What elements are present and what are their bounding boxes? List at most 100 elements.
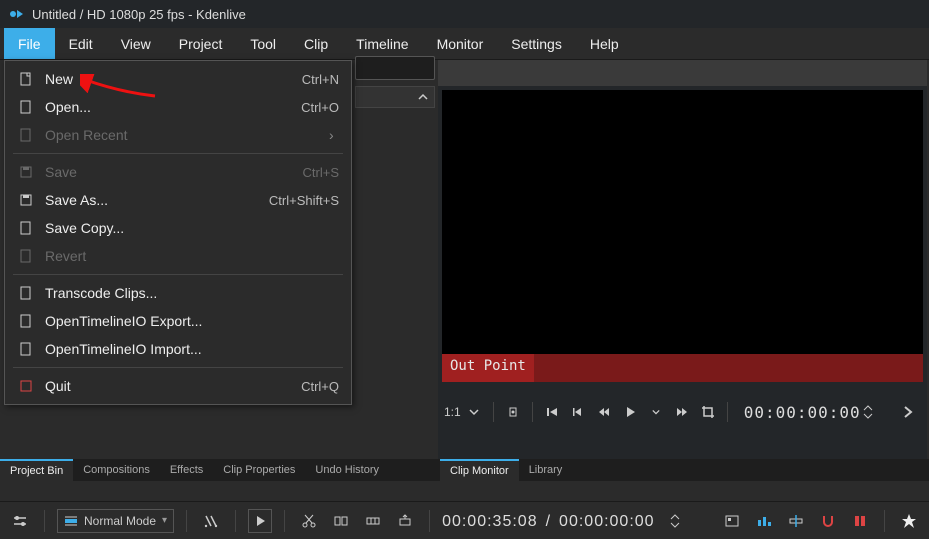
menu-item-save[interactable]: Save Ctrl+S <box>5 158 351 186</box>
tab-library[interactable]: Library <box>519 459 573 481</box>
menu-item-label: Save Copy... <box>45 220 339 236</box>
show-markers-button[interactable] <box>784 509 808 533</box>
menu-view[interactable]: View <box>107 28 165 59</box>
menu-item-shortcut: Ctrl+Shift+S <box>269 193 339 208</box>
menu-separator <box>13 274 343 275</box>
menu-settings[interactable]: Settings <box>497 28 576 59</box>
tab-effects[interactable]: Effects <box>160 459 213 481</box>
timeline-timecode: 00:00:35:08/00:00:00:00 <box>442 511 655 531</box>
timeline-duration: 00:00:00:00 <box>559 513 655 530</box>
cut-button[interactable] <box>297 509 321 533</box>
timecode-stepper[interactable] <box>861 399 875 425</box>
menu-item-otio-import[interactable]: OpenTimelineIO Import... <box>5 335 351 363</box>
chevron-down-icon <box>652 408 660 416</box>
menu-help[interactable]: Help <box>576 28 633 59</box>
prev-frame-button[interactable] <box>565 399 591 425</box>
menu-separator <box>13 367 343 368</box>
menu-item-transcode[interactable]: Transcode Clips... <box>5 279 351 307</box>
titlebar: Untitled / HD 1080p 25 fps - Kdenlive <box>0 0 929 28</box>
menu-item-label: Save As... <box>45 192 269 208</box>
edit-mode-label: Normal Mode <box>84 514 156 528</box>
menu-item-label: Revert <box>45 248 339 264</box>
menu-item-open[interactable]: Open... Ctrl+O <box>5 93 351 121</box>
project-bin-collapse[interactable] <box>355 86 435 108</box>
menu-item-otio-export[interactable]: OpenTimelineIO Export... <box>5 307 351 335</box>
overwrite-zone-button[interactable] <box>361 509 385 533</box>
save-copy-icon <box>17 219 35 237</box>
menu-tool[interactable]: Tool <box>236 28 290 59</box>
left-tabs: Project Bin Compositions Effects Clip Pr… <box>0 459 389 481</box>
chevron-right-icon: › <box>329 127 339 143</box>
menu-item-label: New <box>45 71 302 87</box>
menu-edit[interactable]: Edit <box>55 28 107 59</box>
show-audio-thumbnails-button[interactable] <box>752 509 776 533</box>
menu-separator <box>13 153 343 154</box>
play-button[interactable] <box>617 399 643 425</box>
menu-item-shortcut: Ctrl+O <box>301 100 339 115</box>
favorite-effects-button[interactable] <box>897 509 921 533</box>
tab-compositions[interactable]: Compositions <box>73 459 160 481</box>
rewind-button[interactable] <box>591 399 617 425</box>
app-icon <box>8 6 24 22</box>
timeline-position[interactable]: 00:00:35:08 <box>442 513 538 530</box>
snap-button[interactable] <box>816 509 840 533</box>
quit-icon <box>17 377 35 395</box>
zoom-fit-button[interactable] <box>848 509 872 533</box>
menu-item-save-as[interactable]: Save As... Ctrl+Shift+S <box>5 186 351 214</box>
monitor-controls: 1:1 00:00:00:00 <box>438 392 927 432</box>
menu-item-label: Quit <box>45 378 301 394</box>
document-new-icon <box>17 70 35 88</box>
menu-item-open-recent[interactable]: Open Recent › <box>5 121 351 149</box>
set-in-point-button[interactable] <box>500 399 526 425</box>
out-point-label: Out Point <box>442 354 534 382</box>
menu-item-label: Open... <box>45 99 301 115</box>
menubar: File Edit View Project Tool Clip Timelin… <box>0 28 929 60</box>
rewind-start-button[interactable] <box>539 399 565 425</box>
menu-item-revert[interactable]: Revert <box>5 242 351 270</box>
extract-zone-button[interactable] <box>393 509 417 533</box>
timeline-toolbar: Normal Mode ▾ 00:00:35:08/00:00:00:00 <box>0 501 929 539</box>
menu-item-shortcut: Ctrl+Q <box>301 379 339 394</box>
tab-clip-properties[interactable]: Clip Properties <box>213 459 305 481</box>
insert-zone-button[interactable] <box>329 509 353 533</box>
timeline-play-button[interactable] <box>248 509 272 533</box>
save-icon <box>17 163 35 181</box>
menu-file[interactable]: File <box>4 28 55 59</box>
tab-clip-monitor[interactable]: Clip Monitor <box>440 459 519 481</box>
menu-project[interactable]: Project <box>165 28 237 59</box>
transcode-icon <box>17 284 35 302</box>
chevron-down-icon: ▾ <box>162 515 167 526</box>
menu-item-label: Open Recent <box>45 127 329 143</box>
monitor-timecode[interactable]: 00:00:00:00 <box>744 403 861 422</box>
chevron-down-icon <box>469 407 479 417</box>
export-icon <box>17 312 35 330</box>
menu-item-label: OpenTimelineIO Export... <box>45 313 339 329</box>
monitor-options-button[interactable] <box>895 399 921 425</box>
menu-item-save-copy[interactable]: Save Copy... <box>5 214 351 242</box>
crop-button[interactable] <box>695 399 721 425</box>
menu-clip[interactable]: Clip <box>290 28 342 59</box>
menu-item-new[interactable]: New Ctrl+N <box>5 65 351 93</box>
menu-item-quit[interactable]: Quit Ctrl+Q <box>5 372 351 400</box>
play-dropdown[interactable] <box>643 399 669 425</box>
clip-monitor-panel: Out Point 1:1 00:00:00:00 <box>438 60 927 460</box>
document-open-recent-icon <box>17 126 35 144</box>
edit-mode-combo[interactable]: Normal Mode ▾ <box>57 509 174 533</box>
tab-project-bin[interactable]: Project Bin <box>0 459 73 481</box>
forward-button[interactable] <box>669 399 695 425</box>
right-tabs: Clip Monitor Library <box>440 459 572 481</box>
save-as-icon <box>17 191 35 209</box>
menu-item-label: OpenTimelineIO Import... <box>45 341 339 357</box>
mode-icon <box>64 515 78 527</box>
monitor-ruler[interactable]: Out Point <box>442 354 923 382</box>
timeline-timecode-stepper[interactable] <box>663 509 687 533</box>
show-video-thumbnails-button[interactable] <box>720 509 744 533</box>
tab-undo-history[interactable]: Undo History <box>305 459 389 481</box>
zoom-dropdown[interactable] <box>461 399 487 425</box>
zoom-ratio-label[interactable]: 1:1 <box>444 399 461 425</box>
menu-item-shortcut: Ctrl+N <box>302 72 339 87</box>
timeline-settings-button[interactable] <box>8 509 32 533</box>
project-bin-search[interactable] <box>355 56 435 80</box>
monitor-viewport[interactable]: Out Point <box>442 90 923 382</box>
track-compositing-button[interactable] <box>199 509 223 533</box>
